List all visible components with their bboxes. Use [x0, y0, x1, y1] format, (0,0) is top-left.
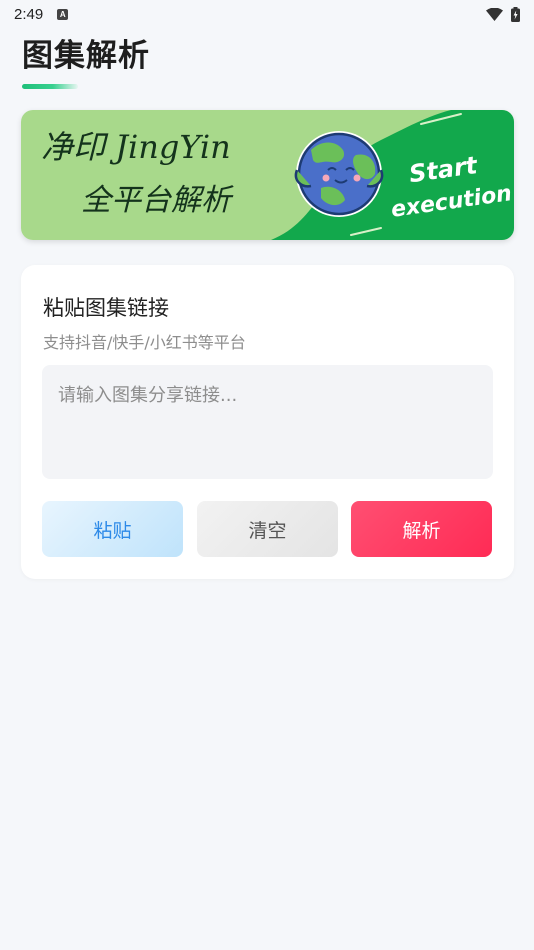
- wifi-icon: [486, 7, 503, 21]
- parse-button[interactable]: 解析: [351, 501, 492, 557]
- banner-line1: 净印 JingYin: [41, 128, 231, 166]
- banner-line2: 全平台解析: [81, 183, 234, 218]
- battery-icon: [511, 6, 520, 22]
- parse-card: 粘贴图集链接 支持抖音/快手/小红书等平台 粘贴 清空 解析: [21, 265, 514, 579]
- paste-button[interactable]: 粘贴: [42, 501, 183, 557]
- clear-button[interactable]: 清空: [197, 501, 338, 557]
- status-bar: 2:49 A: [0, 0, 534, 28]
- page-title: 图集解析: [22, 38, 150, 74]
- card-subtitle: 支持抖音/快手/小红书等平台: [43, 333, 246, 352]
- title-underline: [22, 84, 78, 89]
- earth-mascot: [294, 131, 384, 217]
- status-icons: [486, 6, 520, 22]
- promo-banner[interactable]: 净印 JingYin 全平台解析 Start execution: [21, 110, 514, 240]
- a-icon: A: [57, 8, 69, 20]
- link-input[interactable]: [42, 365, 493, 479]
- card-title: 粘贴图集链接: [43, 296, 169, 320]
- banner-artwork: 净印 JingYin 全平台解析 Start execution: [21, 110, 514, 240]
- status-time: 2:49: [14, 5, 44, 23]
